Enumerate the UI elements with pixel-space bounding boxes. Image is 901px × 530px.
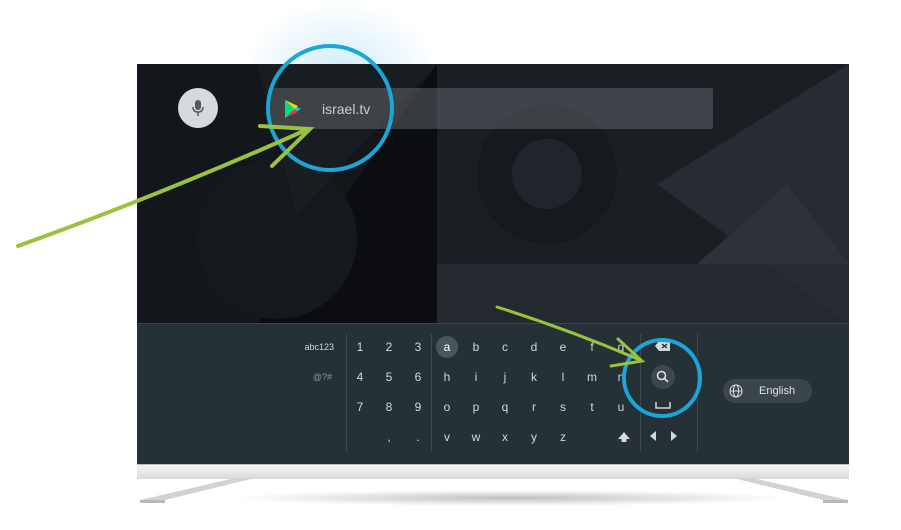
space-icon: [655, 402, 671, 409]
key-a[interactable]: a: [436, 336, 458, 358]
shift-button[interactable]: [613, 426, 635, 448]
key-s[interactable]: s: [552, 396, 574, 418]
key-m[interactable]: m: [581, 366, 603, 388]
arrow-left-icon: [650, 431, 656, 441]
key-z[interactable]: z: [552, 426, 574, 448]
keyboard-divider: [346, 334, 347, 452]
key-p[interactable]: p: [465, 396, 487, 418]
keyboard-divider: [640, 334, 641, 452]
key-i[interactable]: i: [465, 366, 487, 388]
key-9[interactable]: 9: [407, 396, 429, 418]
key-u[interactable]: u: [610, 396, 632, 418]
key-period[interactable]: .: [407, 426, 429, 448]
key-w[interactable]: w: [465, 426, 487, 448]
key-1[interactable]: 1: [349, 336, 371, 358]
key-x[interactable]: x: [494, 426, 516, 448]
play-store-icon: [285, 99, 301, 118]
keyboard-divider: [697, 334, 698, 452]
language-label: English: [759, 385, 796, 397]
language-button[interactable]: English: [723, 379, 812, 403]
key-f[interactable]: f: [581, 336, 603, 358]
tv-shadow: [230, 490, 790, 506]
key-y[interactable]: y: [523, 426, 545, 448]
key-8[interactable]: 8: [378, 396, 400, 418]
key-comma[interactable]: ,: [378, 426, 400, 448]
key-6[interactable]: 6: [407, 366, 429, 388]
key-7[interactable]: 7: [349, 396, 371, 418]
key-e[interactable]: e: [552, 336, 574, 358]
cursor-left-button[interactable]: [647, 428, 659, 444]
space-button[interactable]: [652, 398, 674, 412]
key-5[interactable]: 5: [378, 366, 400, 388]
key-2[interactable]: 2: [378, 336, 400, 358]
backspace-icon: [655, 341, 670, 351]
key-k[interactable]: k: [523, 366, 545, 388]
key-d[interactable]: d: [523, 336, 545, 358]
voice-search-button[interactable]: [178, 88, 218, 128]
key-c[interactable]: c: [494, 336, 516, 358]
search-button[interactable]: [651, 365, 675, 389]
key-h[interactable]: h: [436, 366, 458, 388]
globe-icon: [729, 384, 743, 398]
search-query: israel.tv: [322, 100, 371, 117]
key-3[interactable]: 3: [407, 336, 429, 358]
keyboard-divider: [431, 334, 432, 452]
key-j[interactable]: j: [494, 366, 516, 388]
tv-bezel: [137, 464, 849, 479]
key-n[interactable]: n: [610, 366, 632, 388]
key-o[interactable]: o: [436, 396, 458, 418]
backspace-button[interactable]: [652, 338, 674, 354]
cursor-right-button[interactable]: [668, 428, 680, 444]
key-v[interactable]: v: [436, 426, 458, 448]
mic-icon: [192, 100, 204, 116]
key-l[interactable]: l: [552, 366, 574, 388]
key-4[interactable]: 4: [349, 366, 371, 388]
shift-icon: [618, 432, 630, 442]
key-g[interactable]: g: [610, 336, 632, 358]
key-b[interactable]: b: [465, 336, 487, 358]
mode-abc123[interactable]: abc123: [274, 342, 334, 352]
search-icon: [656, 370, 669, 383]
key-q[interactable]: q: [494, 396, 516, 418]
search-bar[interactable]: israel.tv: [270, 88, 713, 129]
key-t[interactable]: t: [581, 396, 603, 418]
arrow-right-icon: [671, 431, 677, 441]
key-r[interactable]: r: [523, 396, 545, 418]
mode-symbols[interactable]: @?#: [272, 372, 332, 382]
